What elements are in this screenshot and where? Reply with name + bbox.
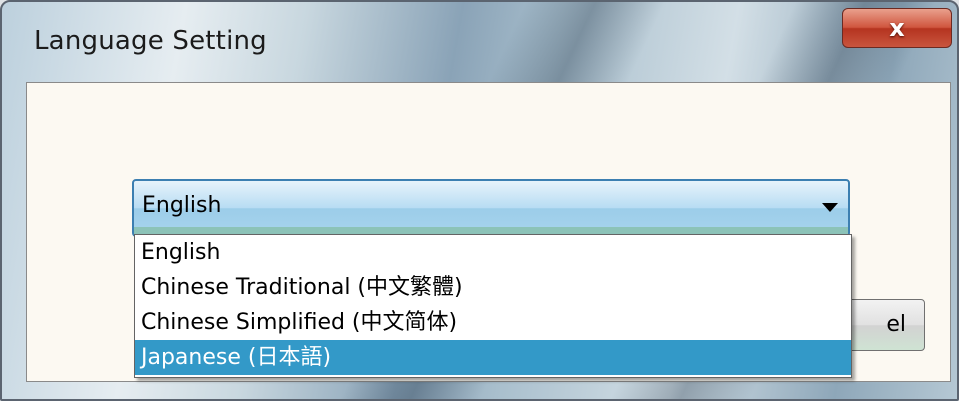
option-chinese-simplified[interactable]: Chinese Simplified (中文简体) xyxy=(135,305,851,340)
option-english[interactable]: English xyxy=(135,235,851,270)
language-dropdown-list: English Chinese Traditional (中文繁體) Chine… xyxy=(134,234,852,378)
option-chinese-traditional[interactable]: Chinese Traditional (中文繁體) xyxy=(135,270,851,305)
close-icon: x xyxy=(889,14,905,42)
language-select-value: English xyxy=(142,193,222,218)
option-japanese[interactable]: Japanese (日本語) xyxy=(135,340,851,375)
window-title: Language Setting xyxy=(34,26,267,56)
dropdown-arrow-icon[interactable] xyxy=(822,203,838,212)
language-setting-dialog: Language Setting x English el English Ch… xyxy=(0,0,959,401)
language-select[interactable]: English xyxy=(132,179,850,237)
cancel-button-label: el xyxy=(886,312,906,337)
close-button[interactable]: x xyxy=(842,8,952,48)
